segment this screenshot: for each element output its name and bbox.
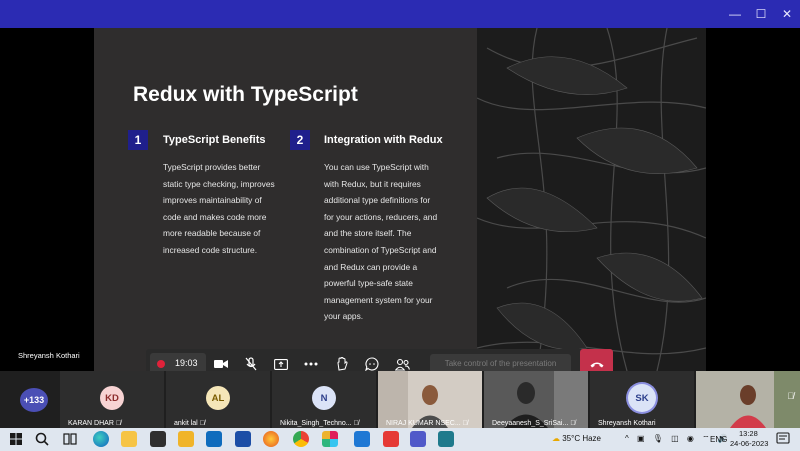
firefox-icon[interactable] bbox=[263, 431, 279, 447]
slack-icon[interactable] bbox=[322, 431, 338, 447]
avatar: KD bbox=[100, 386, 124, 410]
search-icon[interactable] bbox=[34, 431, 50, 447]
overflow-participants-tile[interactable]: +133 bbox=[0, 371, 58, 428]
section-body-2: You can use TypeScript with with Redux, … bbox=[324, 162, 438, 322]
avatar: N bbox=[312, 386, 336, 410]
section-number-2: 2 bbox=[290, 130, 310, 150]
record-icon bbox=[157, 360, 165, 368]
participant-name: ankit lal 🎙̸ bbox=[174, 420, 205, 427]
mic-off-icon: 🎙̸ bbox=[353, 420, 359, 427]
participant-video-tile[interactable]: NIRAJ KUMAR NSEC... 🎙̸ bbox=[378, 371, 482, 428]
section-number-1: 1 bbox=[128, 130, 148, 150]
clock-time[interactable]: 13:28 bbox=[739, 429, 758, 438]
task-view-icon[interactable] bbox=[62, 431, 78, 447]
chrome-icon[interactable] bbox=[293, 431, 309, 447]
chat-icon bbox=[365, 357, 379, 371]
shared-screen-stage: Redux with TypeScript 1 TypeScript Benef… bbox=[0, 28, 800, 379]
participant-name: Shreyansh Kothari bbox=[598, 420, 656, 427]
mic-off-icon: 🎙̸ bbox=[462, 420, 468, 427]
news-icon[interactable] bbox=[235, 431, 251, 447]
participant-tile[interactable]: KD KARAN DHAR 🎙̸ bbox=[60, 371, 164, 428]
participant-tile[interactable]: N Nikita_Singh_Techno... 🎙̸ bbox=[272, 371, 376, 428]
participant-tile[interactable]: AL ankit lal 🎙̸ bbox=[166, 371, 270, 428]
language-indicator[interactable]: ENG bbox=[710, 435, 727, 444]
edge-icon[interactable] bbox=[93, 431, 109, 447]
mail-icon[interactable] bbox=[206, 431, 222, 447]
recording-timer: 19:03 bbox=[175, 358, 198, 368]
section-body-1: TypeScript provides better static type c… bbox=[163, 162, 275, 255]
participant-video-tile[interactable]: 🎙̸ bbox=[696, 371, 800, 428]
feather-artwork-image bbox=[477, 28, 706, 371]
participant-name: Deeyaanesh_S_SriSai... 🎙̸ bbox=[492, 420, 576, 427]
section-title-1: TypeScript Benefits bbox=[163, 134, 266, 146]
avatar: SK bbox=[628, 384, 656, 412]
vscode-icon[interactable] bbox=[354, 431, 370, 447]
more-icon bbox=[304, 362, 318, 366]
hang-up-icon bbox=[590, 362, 603, 367]
participant-name: KARAN DHAR 🎙̸ bbox=[68, 420, 122, 427]
people-icon bbox=[394, 358, 410, 371]
store-icon[interactable] bbox=[150, 431, 166, 447]
anydesk-icon[interactable] bbox=[383, 431, 399, 447]
notification-icon[interactable] bbox=[776, 432, 790, 446]
slide-title: Redux with TypeScript bbox=[133, 83, 358, 106]
overflow-count-badge: +133 bbox=[20, 388, 48, 412]
title-bar: — ☐ ✕ bbox=[0, 0, 800, 28]
share-icon bbox=[274, 358, 288, 370]
section-title-2: Integration with Redux bbox=[324, 134, 443, 146]
weather-icon: ☁ bbox=[552, 434, 560, 443]
participant-gallery: +133 KD KARAN DHAR 🎙̸ AL ankit lal 🎙̸ N … bbox=[0, 371, 800, 428]
mic-off-icon: 🎙̸ bbox=[115, 420, 122, 427]
photos-icon[interactable] bbox=[438, 431, 454, 447]
windows-start-icon[interactable] bbox=[8, 431, 24, 447]
participant-tile[interactable]: SK Shreyansh Kothari bbox=[590, 371, 694, 428]
close-button[interactable]: ✕ bbox=[772, 4, 800, 24]
windows-taskbar: ☁ 35°C Haze ^ ▣ 🎙 ◫ ◉ ⌔ 🔊 ENG 13:28 24-0… bbox=[0, 428, 800, 451]
mic-off-icon bbox=[245, 357, 257, 371]
presentation-slide: Redux with TypeScript 1 TypeScript Benef… bbox=[94, 28, 706, 371]
camera-icon bbox=[214, 360, 228, 368]
clock-date[interactable]: 24-06-2023 bbox=[730, 439, 768, 448]
mic-off-icon: 🎙̸ bbox=[787, 391, 794, 401]
mic-off-icon: 🎙̸ bbox=[570, 420, 576, 427]
teams-icon[interactable] bbox=[410, 431, 426, 447]
presenter-name-label: Shreyansh Kothari bbox=[18, 351, 80, 360]
raise-hand-icon bbox=[337, 357, 348, 371]
participant-video-image bbox=[696, 371, 800, 428]
folder-icon[interactable] bbox=[178, 431, 194, 447]
participant-video-tile[interactable]: Deeyaanesh_S_SriSai... 🎙̸ bbox=[484, 371, 588, 428]
file-explorer-icon[interactable] bbox=[121, 431, 137, 447]
weather-widget[interactable]: ☁ 35°C Haze bbox=[552, 434, 601, 443]
mic-off-icon: 🎙̸ bbox=[199, 420, 205, 427]
participant-name: Nikita_Singh_Techno... 🎙̸ bbox=[280, 420, 359, 427]
participant-name: NIRAJ KUMAR NSEC... 🎙̸ bbox=[386, 420, 468, 427]
avatar: AL bbox=[206, 386, 230, 410]
